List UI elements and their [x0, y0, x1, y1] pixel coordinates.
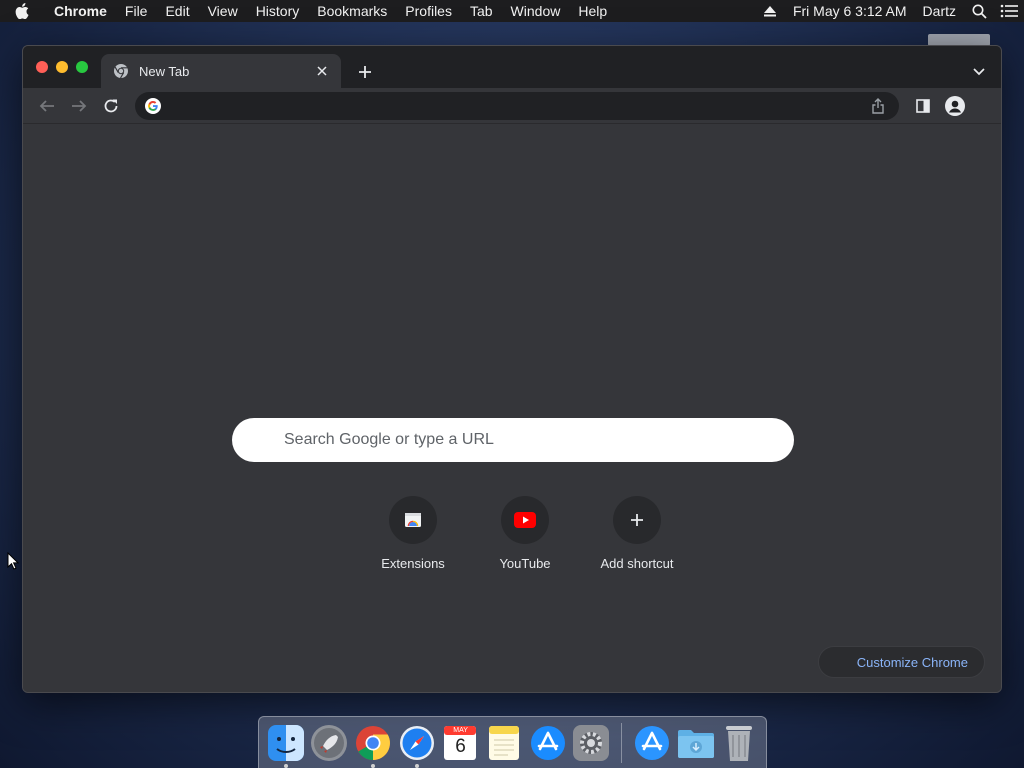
dock-trash[interactable]: [717, 721, 761, 765]
shortcut-add[interactable]: Add shortcut: [581, 496, 693, 571]
menu-bookmarks[interactable]: Bookmarks: [308, 0, 396, 22]
shortcut-label: Extensions: [381, 556, 445, 571]
shortcut-tile: [613, 496, 661, 544]
menu-bar: Chrome File Edit View History Bookmarks …: [0, 0, 1024, 22]
menu-window[interactable]: Window: [502, 0, 570, 22]
dock-app-store[interactable]: [526, 721, 570, 765]
shortcut-youtube[interactable]: YouTube: [469, 496, 581, 571]
shortcut-label: YouTube: [499, 556, 551, 571]
forward-arrow-icon: [72, 99, 87, 112]
running-indicator: [284, 763, 288, 768]
apple-menu-icon[interactable]: [0, 0, 44, 22]
side-panel-button[interactable]: [911, 94, 935, 118]
spotlight-search-icon[interactable]: [964, 0, 994, 22]
customize-chrome-button[interactable]: Customize Chrome: [817, 646, 985, 678]
calendar-day: 6: [455, 735, 466, 757]
chrome-window: New Tab Search Google or type a URL Exte…: [22, 45, 1002, 693]
menu-profiles[interactable]: Profiles: [396, 0, 461, 22]
tab-title: New Tab: [139, 63, 190, 79]
menu-help[interactable]: Help: [569, 0, 616, 22]
plus-icon: [359, 66, 371, 78]
address-bar[interactable]: [135, 91, 899, 120]
profile-button[interactable]: [943, 94, 967, 118]
plus-icon: [631, 514, 643, 526]
close-window-button[interactable]: [36, 61, 48, 73]
menu-app-name[interactable]: Chrome: [44, 0, 116, 22]
dock-system-preferences[interactable]: [569, 721, 613, 765]
notes-icon: [489, 725, 520, 760]
dock-launchpad[interactable]: [308, 721, 352, 765]
search-input[interactable]: [284, 431, 794, 449]
menu-history[interactable]: History: [247, 0, 309, 22]
chrome-icon: [113, 63, 129, 79]
side-panel-icon: [916, 98, 930, 113]
dock-notes[interactable]: [482, 721, 526, 765]
tab-strip: New Tab: [23, 46, 1001, 88]
new-tab-button[interactable]: [353, 60, 377, 84]
app-store-icon: [530, 725, 565, 760]
back-button[interactable]: [31, 92, 63, 120]
tab-new-tab[interactable]: New Tab: [101, 54, 341, 88]
dock-calendar[interactable]: MAY 6: [439, 721, 483, 765]
shortcut-tile: [389, 496, 437, 544]
notification-center-icon[interactable]: [994, 0, 1024, 22]
shortcut-tile: [501, 496, 549, 544]
shortcut-label: Add shortcut: [600, 556, 674, 571]
extensions-icon: [405, 513, 421, 527]
chevron-down-icon: [973, 68, 985, 76]
new-tab-page: Extensions YouTube Add shortcut Customiz…: [23, 124, 1001, 692]
window-controls: [36, 61, 88, 73]
customize-chrome-label: Customize Chrome: [856, 654, 968, 670]
youtube-icon: [514, 512, 536, 528]
reload-icon: [104, 99, 118, 112]
menubar-clock[interactable]: Fri May 6 3:12 AM: [785, 0, 915, 22]
close-tab-icon[interactable]: [313, 62, 331, 80]
google-g-icon: [145, 97, 161, 114]
menubar-user[interactable]: Dartz: [915, 0, 964, 22]
dock-chrome[interactable]: [351, 721, 395, 768]
running-indicator: [371, 763, 376, 768]
menu-view[interactable]: View: [199, 0, 247, 22]
dock: MAY 6: [258, 716, 767, 768]
trash-icon: [726, 725, 753, 761]
chrome-icon: [356, 725, 391, 760]
mouse-cursor-icon: [7, 551, 20, 575]
zoom-window-button[interactable]: [76, 61, 88, 73]
reload-button[interactable]: [95, 92, 127, 120]
shortcut-extensions[interactable]: Extensions: [357, 496, 469, 571]
dock-separator: [621, 722, 623, 763]
forward-button[interactable]: [63, 92, 95, 120]
running-indicator: [414, 763, 419, 768]
toolbar: [23, 88, 1001, 124]
tab-search-button[interactable]: [969, 62, 989, 82]
back-arrow-icon: [39, 99, 54, 112]
menu-edit[interactable]: Edit: [156, 0, 198, 22]
calendar-month: MAY: [453, 726, 468, 734]
downloads-folder-icon: [677, 729, 714, 758]
search-box[interactable]: [232, 418, 794, 462]
address-input[interactable]: [171, 97, 867, 114]
dock-app-store-2[interactable]: [630, 721, 674, 765]
dock-safari[interactable]: [395, 721, 439, 768]
finder-icon: [267, 724, 304, 761]
share-icon[interactable]: [867, 95, 889, 117]
shortcuts: Extensions YouTube Add shortcut: [357, 496, 693, 571]
gear-icon: [573, 724, 610, 761]
launchpad-rocket-icon: [311, 724, 348, 761]
minimize-window-button[interactable]: [56, 61, 68, 73]
menu-file[interactable]: File: [116, 0, 157, 22]
app-store-icon: [634, 725, 669, 760]
dock-finder[interactable]: [264, 721, 308, 768]
dock-downloads[interactable]: [674, 721, 718, 765]
safari-compass-icon: [399, 725, 434, 760]
menu-tab[interactable]: Tab: [461, 0, 502, 22]
eject-icon[interactable]: [755, 0, 785, 22]
avatar-icon: [945, 95, 965, 116]
